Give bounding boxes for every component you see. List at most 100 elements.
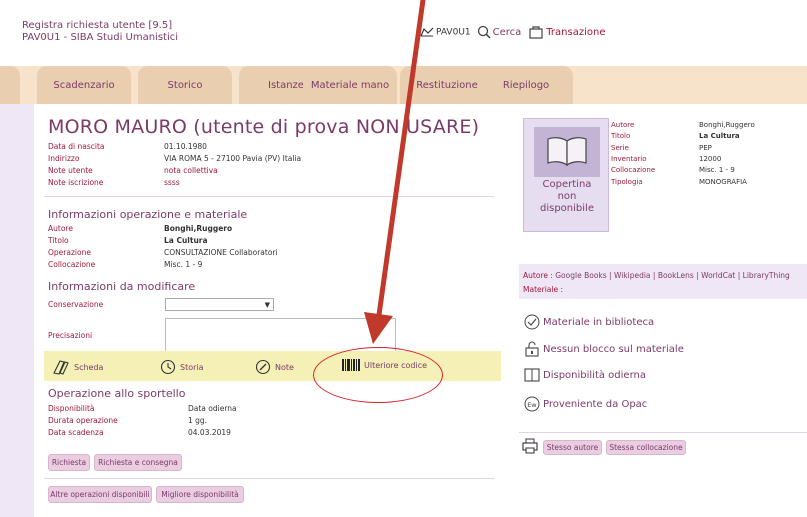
op-section-title: Informazioni operazione e materiale (48, 208, 248, 221)
transaction-link[interactable]: Transazione (529, 25, 606, 39)
tab-materiale-mano[interactable]: Materiale mano (303, 66, 397, 104)
title-line-2: PAV0U1 - SIBA Studi Umanistici (22, 32, 179, 43)
label-data-nascita: Data di nascita (48, 142, 105, 151)
book-label-autore: Autore (611, 121, 635, 129)
printer-icon[interactable] (521, 437, 539, 455)
annotation-circle (313, 347, 443, 403)
svg-text:Ew: Ew (527, 401, 537, 409)
label-operazione: Operazione (48, 248, 91, 257)
stessa-collocazione-button[interactable]: Stessa collocazione (606, 440, 686, 455)
tab-partial[interactable] (0, 66, 20, 104)
book-value-autore: Bonghi,Ruggero (699, 121, 755, 129)
divider (44, 478, 494, 479)
search-label: Cerca (492, 26, 522, 38)
title-line-1: Registra richiesta utente [9.5] (22, 20, 173, 31)
check-circle-icon (524, 314, 540, 330)
value-titolo: La Cultura (164, 236, 208, 245)
autore-links-label: Autore : (523, 271, 553, 280)
richiesta-button[interactable]: Richiesta (48, 454, 90, 471)
search-icon (477, 25, 491, 39)
left-strip (0, 104, 34, 517)
label-conservazione: Conservazione (48, 300, 104, 309)
book-label-inventario: Inventario (611, 154, 647, 163)
clock-icon (160, 359, 176, 375)
book-value-collocazione: Misc. 1 - 9 (699, 166, 735, 175)
cover-line-3: disponibile (540, 203, 594, 214)
value-durata: 1 gg. (188, 416, 208, 425)
autore-links[interactable]: Google Books | Wikipedia | BookLens | Wo… (555, 271, 790, 280)
label-scadenza: Data scadenza (48, 428, 104, 437)
status-opac-label: Proveniente da Opac (543, 398, 648, 410)
value-note-utente[interactable]: nota collettiva (164, 165, 218, 177)
value-operazione: CONSULTAZIONE Collaboratori (164, 248, 278, 257)
note-button[interactable]: Note (255, 359, 294, 375)
conservazione-row: Conservazione (48, 299, 158, 311)
book-value-titolo: La Cultura (699, 132, 740, 141)
book-value-inventario: 12000 (699, 154, 722, 163)
conservazione-select[interactable]: ▼ (165, 298, 274, 311)
cover-text: Copertina non disponibile (524, 179, 610, 215)
book-label-collocazione: Collocazione (611, 166, 656, 175)
note-label: Note (275, 362, 294, 372)
sportello-section-title: Operazione allo sportello (48, 387, 186, 400)
label-precisazioni: Precisazioni (48, 331, 93, 340)
value-indirizzo: VIA ROMA 5 - 27100 Pavia (PV) Italia (164, 154, 302, 163)
search-link[interactable]: Cerca (477, 25, 522, 39)
book-label-titolo: Titolo (611, 132, 631, 141)
label-note-iscrizione: Note iscrizione (48, 178, 104, 187)
storia-button[interactable]: Storia (160, 359, 204, 375)
modify-section-title: Informazioni da modificare (48, 280, 196, 293)
book-cover: Copertina non disponibile (523, 118, 609, 232)
sportello-info: Disponibilità Data odierna Durata operaz… (48, 403, 348, 439)
web-icon: Ew (524, 396, 540, 412)
materiale-links-row: Materiale : (523, 283, 803, 297)
tab-storico[interactable]: Storico (138, 66, 232, 104)
label-autore: Autore (48, 224, 73, 233)
user-name-title: MORO MAURO (utente di prova NON USARE) (48, 116, 480, 138)
precisazioni-row: Precisazioni (48, 330, 158, 342)
label-indirizzo: Indirizzo (48, 154, 80, 163)
book-label-serie: Serie (611, 143, 629, 152)
richiesta-consegna-button[interactable]: Richiesta e consegna (94, 454, 182, 471)
value-data-nascita: 01.10.1980 (164, 142, 207, 151)
user-menu[interactable]: PAV0U1 (420, 27, 471, 38)
external-links-bar: Autore : Google Books | Wikipedia | Book… (519, 264, 807, 299)
value-collocazione: Misc. 1 - 9 (164, 260, 203, 269)
scheda-label: Scheda (74, 362, 104, 372)
book-value-tipologia: MONOGRAFIA (699, 177, 747, 186)
value-scadenza: 04.03.2019 (188, 428, 231, 437)
migliore-disponibilita-button[interactable]: Migliore disponibilità (156, 486, 244, 503)
tab-scadenzario[interactable]: Scadenzario (37, 66, 131, 104)
autore-links-row: Autore : Google Books | Wikipedia | Book… (523, 269, 803, 283)
stesso-autore-button[interactable]: Stesso autore (543, 440, 602, 455)
storia-label: Storia (180, 362, 204, 372)
book-label-tipologia: Tipologia (611, 177, 643, 186)
user-icon (420, 27, 434, 37)
value-disponibilita: Data odierna (188, 404, 237, 413)
scheda-button[interactable]: Scheda (52, 359, 103, 375)
label-durata: Durata operazione (48, 416, 118, 425)
book-icon (547, 137, 587, 167)
transaction-label: Transazione (546, 26, 606, 38)
status-biblioteca: Materiale in biblioteca (524, 314, 654, 330)
cover-line-1: Copertina (542, 179, 592, 190)
altre-operazioni-button[interactable]: Altre operazioni disponibili (48, 486, 152, 503)
cover-line-2: non (557, 191, 577, 202)
unlock-icon (525, 341, 539, 357)
value-autore: Bonghi,Ruggero (164, 224, 233, 233)
user-info: Data di nascita 01.10.1980 Indirizzo VIA… (48, 141, 348, 189)
divider (519, 432, 807, 433)
status-disponibilita: Disponibilità odierna (524, 367, 646, 383)
document-icon (53, 360, 69, 375)
status-opac: Ew Proveniente da Opac (524, 396, 647, 412)
tab-riepilogo[interactable]: Riepilogo (479, 66, 573, 104)
status-blocco: Nessun blocco sul materiale (524, 341, 684, 357)
book-info: Autore Bonghi,Ruggero Titolo La Cultura … (611, 120, 801, 190)
window-title: Registra richiesta utente [9.5] PAV0U1 -… (22, 20, 178, 44)
label-note-utente: Note utente (48, 166, 93, 175)
status-biblioteca-label: Materiale in biblioteca (543, 316, 655, 328)
book-calendar-icon (524, 368, 540, 382)
label-collocazione: Collocazione (48, 260, 96, 269)
user-label: PAV0U1 (436, 27, 471, 38)
app-header: Registra richiesta utente [9.5] PAV0U1 -… (0, 0, 807, 58)
